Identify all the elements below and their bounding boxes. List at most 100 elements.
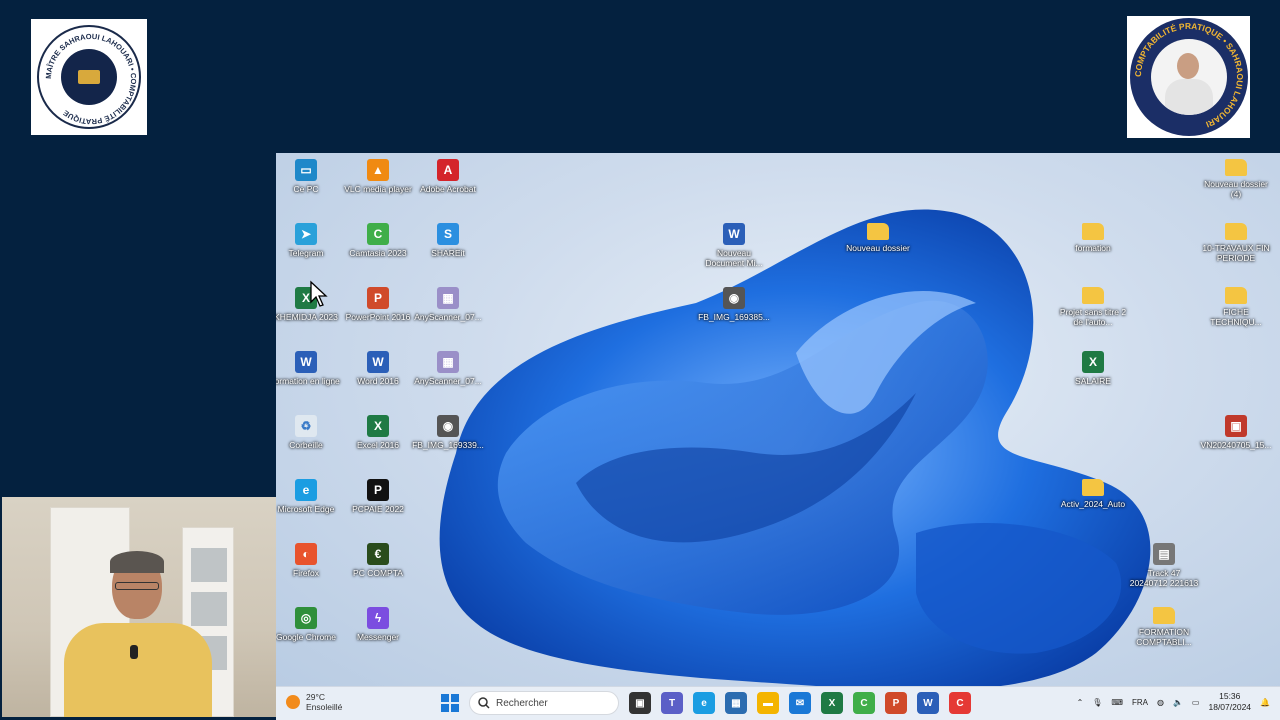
clock-date: 18/07/2024: [1208, 702, 1252, 712]
desktop-icon-label: FORMATION COMPTABLI...: [1136, 627, 1192, 647]
desktop-icon[interactable]: ϟ Messenger: [342, 607, 414, 642]
taskbar-edge-icon[interactable]: e: [693, 692, 715, 714]
desktop-icon-label: Corbeille: [289, 440, 323, 450]
language-indicator[interactable]: FRA: [1132, 698, 1148, 707]
presenter-hair: [110, 551, 164, 573]
desktop-icon[interactable]: C Camtasia 2023: [342, 223, 414, 258]
desktop-icon[interactable]: P PowerPoint 2016: [342, 287, 414, 322]
desktop-icon-label: Telegram: [288, 248, 324, 258]
desktop-icon[interactable]: e Microsoft Edge: [276, 479, 342, 514]
volume-icon[interactable]: 🔈: [1173, 698, 1183, 707]
sun-icon: [286, 695, 300, 709]
desktop-icon[interactable]: ◉ FB_IMG_169339...: [412, 415, 484, 450]
desktop-icon[interactable]: 10-TRAVAUX FIN PERIODE: [1200, 223, 1272, 263]
desktop-icon-label: PowerPoint 2016: [345, 312, 411, 322]
desktop-icon-label: VN20240705_15...: [1200, 440, 1272, 450]
messenger-icon: ϟ: [367, 607, 389, 629]
desktop-icon[interactable]: ▲ VLC media player: [342, 159, 414, 194]
desktop-icon[interactable]: Projet sans titre 2 de l'auto...: [1057, 287, 1129, 327]
notification-bell-icon[interactable]: 🔔: [1260, 698, 1270, 707]
desktop-icon[interactable]: formation: [1057, 223, 1129, 253]
desktop-icon-label: Activ_2024_Auto: [1060, 499, 1126, 509]
desktop-icon[interactable]: ▣ VN20240705_15...: [1200, 415, 1272, 450]
desktop-icon[interactable]: € PC COMPTA: [342, 543, 414, 578]
desktop-icon[interactable]: Nouveau dossier (4): [1200, 159, 1272, 199]
desktop-icon[interactable]: FICHE TECHNIQU...: [1200, 287, 1272, 327]
desktop-icon[interactable]: A Adobe Acrobat: [412, 159, 484, 194]
desktop-icon[interactable]: ◐ Firefox: [276, 543, 342, 578]
clock-time: 15:36: [1219, 691, 1241, 701]
portrait-avatar: [1150, 39, 1227, 115]
chevron-up-icon[interactable]: ⌃: [1077, 698, 1084, 707]
badge-emblem: COMPTABILITÉ PRATIQUE • SAHRAOUI LAHOUAR…: [1129, 18, 1248, 136]
desktop-icon[interactable]: ▭ Ce PC: [276, 159, 342, 194]
seal-ring-text: MAÎTRE SAHRAOUI LAHOUARI • COMPTABILITÉ …: [44, 32, 138, 126]
desktop-icon[interactable]: S SHAREit: [412, 223, 484, 258]
desktop-icon[interactable]: ▦ AnyScanner_07...: [412, 351, 484, 386]
desktop-icon-label: AnyScanner_07...: [414, 376, 482, 386]
svg-text:MAÎTRE SAHRAOUI LAHOUARI • COM: MAÎTRE SAHRAOUI LAHOUARI • COMPTABILITÉ …: [44, 32, 138, 126]
taskbar-excel-icon[interactable]: X: [821, 692, 843, 714]
taskbar-explorer-icon[interactable]: ▬: [757, 692, 779, 714]
folder-icon: [1082, 287, 1104, 304]
desktop-icon[interactable]: ▦ AnyScanner_07...: [412, 287, 484, 322]
desktop-icon[interactable]: ➤ Telegram: [276, 223, 342, 258]
desktop-icon-label: Firefox: [293, 568, 319, 578]
windows-desktop[interactable]: ▭ Ce PC ▲ VLC media player A Adobe Acrobat ➤ Te…: [276, 153, 1280, 686]
desktop-icon[interactable]: Wformation en ligne: [276, 351, 342, 386]
taskbar-apps: Rechercher ▣ Te ▦ ▬ ✉ X C P W C: [441, 691, 971, 715]
acrobat-icon: A: [437, 159, 459, 181]
desktop-icon[interactable]: ◎ Google Chrome: [276, 607, 342, 642]
taskbar-word-icon[interactable]: W: [917, 692, 939, 714]
pccompta-icon: €: [367, 543, 389, 565]
desktop-icon[interactable]: ▤ Track 47 20240712 221613: [1128, 543, 1200, 588]
desktop-icon[interactable]: FORMATION COMPTABLI...: [1128, 607, 1200, 647]
desktop-icon[interactable]: X Excel 2016: [342, 415, 414, 450]
battery-icon[interactable]: ▭: [1192, 698, 1200, 707]
search-box[interactable]: Rechercher: [469, 691, 619, 715]
desktop-icon-label: formation: [1075, 243, 1111, 253]
weather-widget[interactable]: 29°C Ensoleillé: [286, 692, 342, 712]
folder-icon: [1153, 607, 1175, 624]
image-file-icon: ▦: [437, 351, 459, 373]
folder-icon: [1082, 223, 1104, 240]
word-file-icon: W: [295, 351, 317, 373]
desktop-icon-label: VLC media player: [344, 184, 412, 194]
desktop-icon[interactable]: W Nouveau Document Mi...: [698, 223, 770, 268]
presenter-glasses: [115, 582, 159, 590]
desktop-icon-label: Projet sans titre 2 de l'auto...: [1059, 307, 1127, 327]
telegram-icon: ➤: [295, 223, 317, 245]
desktop-icon-label: Google Chrome: [276, 632, 336, 642]
desktop-icon[interactable]: ◉ FB_IMG_169385...: [698, 287, 770, 322]
desktop-icon[interactable]: X SALAIRE: [1057, 351, 1129, 386]
edge-icon: e: [295, 479, 317, 501]
powerpoint-icon: P: [367, 287, 389, 309]
taskbar-teams-icon[interactable]: T: [661, 692, 683, 714]
taskbar-powerpoint-icon[interactable]: P: [885, 692, 907, 714]
taskbar-mail-icon[interactable]: ✉: [789, 692, 811, 714]
pcpaie-icon: P: [367, 479, 389, 501]
desktop-icon-label: FICHE TECHNIQU...: [1210, 307, 1262, 327]
seal-emblem: MAÎTRE SAHRAOUI LAHOUARI • COMPTABILITÉ …: [37, 25, 141, 129]
start-button[interactable]: [441, 694, 459, 712]
network-icon[interactable]: ◍: [1157, 698, 1164, 707]
keyboard-icon[interactable]: ⌨: [1111, 698, 1123, 707]
desktop-icon-label: Excel 2016: [356, 440, 400, 450]
desktop-icon-label: Nouveau dossier: [846, 243, 910, 253]
microphone-icon[interactable]: 🎙: [1092, 698, 1102, 707]
taskbar-store-icon[interactable]: ▦: [725, 692, 747, 714]
folder-icon: [1225, 223, 1247, 240]
desktop-icon[interactable]: Activ_2024_Auto: [1057, 479, 1129, 509]
desktop-icon[interactable]: W Word 2016: [342, 351, 414, 386]
desktop-icon-label: Track 47 20240712 221613: [1129, 568, 1199, 588]
clock[interactable]: 15:36 18/07/2024: [1208, 691, 1251, 713]
desktop-icon[interactable]: P PCPAIE 2022: [342, 479, 414, 514]
taskbar-camtasia-recorder-icon[interactable]: C: [949, 692, 971, 714]
taskbar-task-view-icon[interactable]: ▣: [629, 692, 651, 714]
desktop-icon[interactable]: ♻ Corbeille: [276, 415, 342, 450]
desktop-icon[interactable]: Nouveau dossier: [842, 223, 914, 253]
desktop-icon-label: PCPAIE 2022: [352, 504, 404, 514]
image-file-icon: ▦: [437, 287, 459, 309]
desktop-icon-label: Camtasia 2023: [349, 248, 407, 258]
taskbar-camtasia-icon[interactable]: C: [853, 692, 875, 714]
